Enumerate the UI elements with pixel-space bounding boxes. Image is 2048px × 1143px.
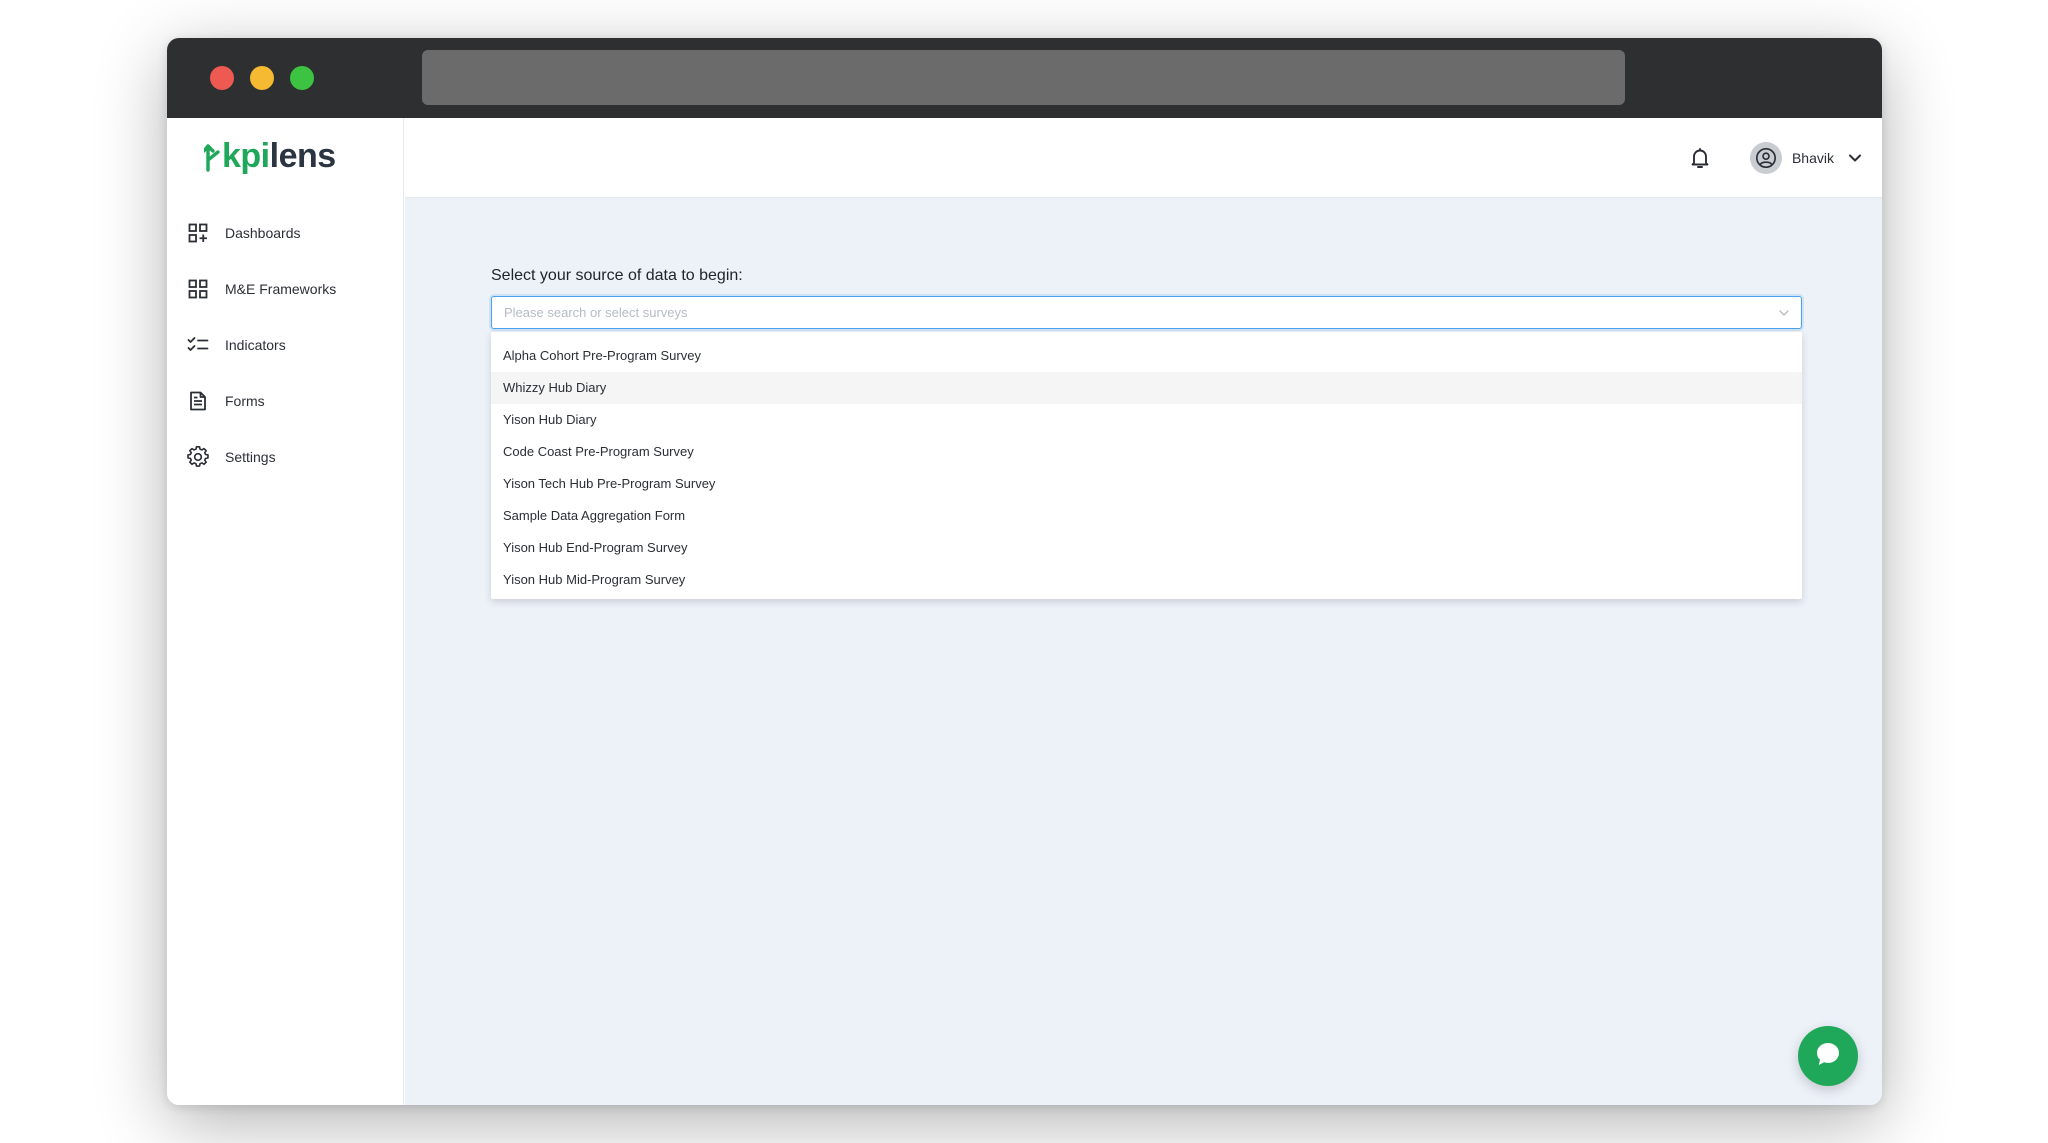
user-menu[interactable]: Bhavik [1749, 140, 1862, 176]
main-area: Bhavik Select your source of data to beg… [405, 118, 1882, 1105]
sidebar-item-indicators[interactable]: Indicators [167, 317, 403, 373]
document-icon [187, 390, 209, 412]
dashboard-add-icon [187, 222, 209, 244]
user-name: Bhavik [1791, 150, 1834, 166]
survey-search-input[interactable] [492, 297, 1801, 328]
chat-bubble-icon [1813, 1039, 1843, 1074]
sidebar-item-label: Settings [225, 449, 276, 465]
logo-arrow-icon [204, 144, 220, 172]
survey-option[interactable]: Whizzy Hub Diary [491, 372, 1802, 404]
address-bar[interactable] [422, 50, 1625, 105]
data-source-panel: Select your source of data to begin: Alp… [491, 266, 1802, 599]
title-bar [167, 38, 1882, 118]
maximize-window-button[interactable] [290, 66, 314, 90]
user-circle-icon [1749, 142, 1782, 174]
survey-option[interactable]: Sample Data Aggregation Form [491, 500, 1802, 532]
survey-option[interactable]: Yison Hub Diary [491, 404, 1802, 436]
survey-dropdown-list: Alpha Cohort Pre-Program Survey Whizzy H… [491, 332, 1802, 599]
sidebar-item-settings[interactable]: Settings [167, 429, 403, 485]
survey-option[interactable]: Code Coast Pre-Program Survey [491, 436, 1802, 468]
sidebar-item-label: Indicators [225, 337, 286, 353]
logo-wordmark: kpilens [222, 136, 336, 176]
survey-option[interactable]: Alpha Cohort Pre-Program Survey [491, 340, 1802, 372]
sidebar-item-label: Forms [225, 393, 265, 409]
chevron-down-icon [1848, 151, 1862, 165]
close-window-button[interactable] [210, 66, 234, 90]
survey-option[interactable]: Yison Tech Hub Pre-Program Survey [491, 468, 1802, 500]
sidebar-item-forms[interactable]: Forms [167, 373, 403, 429]
minimize-window-button[interactable] [250, 66, 274, 90]
survey-option[interactable]: Yison Hub End-Program Survey [491, 532, 1802, 564]
survey-option[interactable]: Yison Hub Mid-Program Survey [491, 564, 1802, 596]
top-bar: Bhavik [405, 118, 1882, 198]
data-source-prompt: Select your source of data to begin: [491, 267, 743, 284]
sidebar-item-label: Dashboards [225, 225, 301, 241]
browser-window: kpilens Dashboards M&E Frameworks Indica… [167, 38, 1882, 1105]
chat-button[interactable] [1798, 1026, 1858, 1086]
checklist-icon [187, 334, 209, 356]
sidebar-item-me-frameworks[interactable]: M&E Frameworks [167, 261, 403, 317]
grid-icon [187, 278, 209, 300]
sidebar: kpilens Dashboards M&E Frameworks Indica… [167, 118, 404, 1105]
gear-icon [187, 446, 209, 468]
survey-select[interactable] [491, 296, 1802, 329]
bell-icon[interactable] [1688, 146, 1712, 170]
logo-prefix: kpi [222, 137, 270, 175]
sidebar-item-label: M&E Frameworks [225, 281, 337, 297]
chevron-down-icon[interactable] [1777, 306, 1791, 320]
sidebar-item-dashboards[interactable]: Dashboards [167, 205, 403, 261]
logo-suffix: lens [269, 137, 337, 175]
sidebar-nav: Dashboards M&E Frameworks Indicators For… [167, 205, 403, 485]
